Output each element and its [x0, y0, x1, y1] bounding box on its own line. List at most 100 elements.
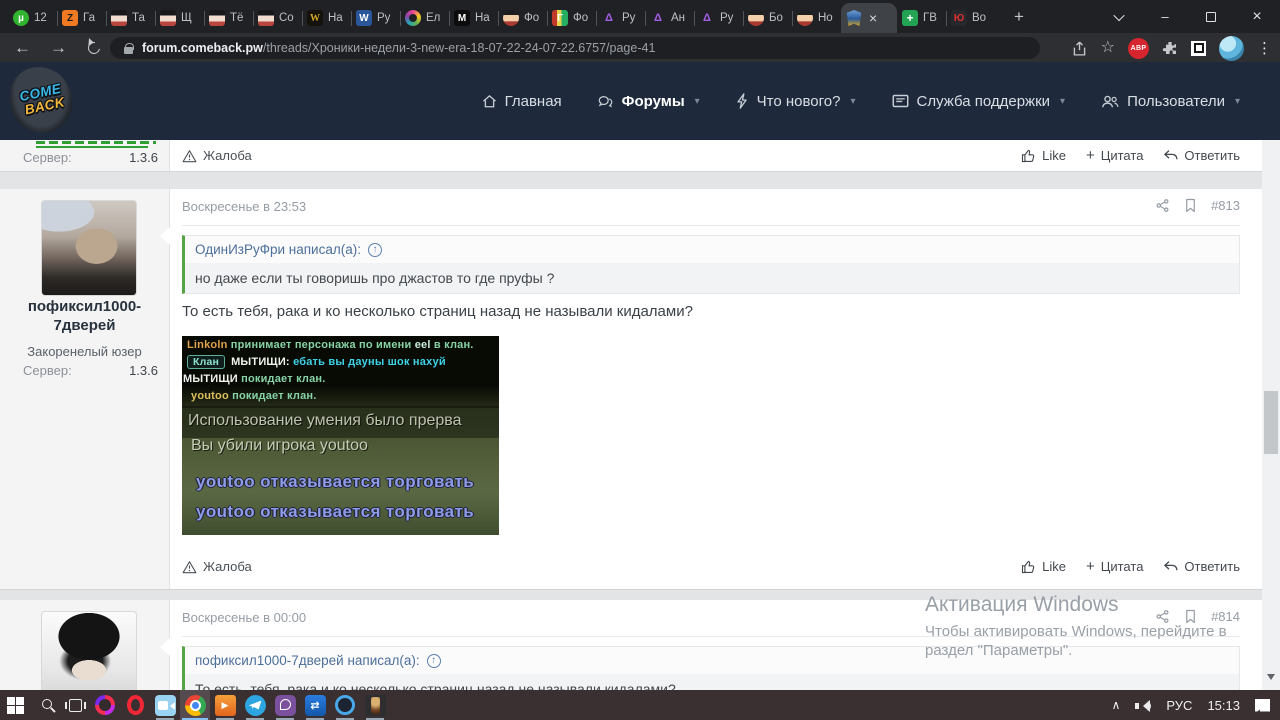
language-indicator[interactable]: РУС	[1166, 698, 1192, 713]
nav-item-whats-new[interactable]: Что нового? ▾	[736, 93, 856, 110]
reply-button[interactable]: Ответить	[1163, 148, 1240, 163]
browser-tab[interactable]: ZГа	[57, 3, 106, 33]
chevron-down-icon[interactable]: ▾	[850, 96, 855, 107]
post-number-link[interactable]: #813	[1211, 198, 1240, 213]
quote-attribution-link[interactable]: ОдинИзРуФри написал(а): ↑	[185, 236, 1239, 263]
clock[interactable]: 15:13	[1207, 698, 1240, 713]
reply-button[interactable]: Ответить	[1163, 559, 1240, 574]
post-date[interactable]: Воскресенье в 23:53	[182, 199, 306, 214]
report-link[interactable]: Жалоба	[182, 559, 252, 574]
taskbar-app-operagx[interactable]	[90, 690, 120, 720]
browser-tab[interactable]: ΔРу	[596, 3, 645, 33]
like-button[interactable]: Like	[1021, 148, 1066, 163]
jump-to-quote-icon[interactable]: ↑	[427, 654, 441, 668]
bookmark-star-icon[interactable]: ☆	[1101, 40, 1115, 56]
nav-item-support[interactable]: Служба поддержки ▾	[892, 93, 1066, 110]
hidden-icons-chevron[interactable]: ∧	[1112, 698, 1121, 712]
bookmark-icon[interactable]	[1184, 609, 1197, 624]
tab-search-chevron-icon[interactable]	[1096, 0, 1142, 33]
browser-tab[interactable]: Но	[792, 3, 841, 33]
taskbar-app-taskview[interactable]	[60, 690, 90, 720]
nav-item-forums[interactable]: Форумы ▾	[598, 93, 700, 110]
browser-tab[interactable]: Та	[106, 3, 155, 33]
browser-tab[interactable]: ΔАн	[645, 3, 694, 33]
browser-tab-active[interactable]: ×	[841, 3, 897, 33]
taskbar-app-game[interactable]	[360, 690, 390, 720]
quote-button[interactable]: + Цитата	[1086, 559, 1143, 574]
chevron-down-icon[interactable]: ▾	[1060, 96, 1065, 107]
tab-close-icon[interactable]: ×	[869, 11, 877, 25]
page-scrollbar[interactable]	[1262, 140, 1280, 690]
like-button[interactable]: Like	[1021, 559, 1066, 574]
taskbar-app-camera[interactable]	[150, 690, 180, 720]
cat-favicon-icon	[160, 10, 176, 26]
browser-tab[interactable]: Ел	[400, 3, 449, 33]
server-info: Сервер: 1.3.6	[23, 363, 158, 378]
taskbar-app-player[interactable]	[210, 690, 240, 720]
jump-to-quote-icon[interactable]: ↑	[368, 243, 382, 257]
tab-title: Ру	[720, 12, 738, 24]
browser-tab[interactable]: MНа	[449, 3, 498, 33]
post-number-link[interactable]: #814	[1211, 609, 1240, 624]
post-date[interactable]: Воскресенье в 00:00	[182, 610, 306, 625]
reload-button[interactable]	[86, 40, 103, 57]
taskbar-app-viber[interactable]	[270, 690, 300, 720]
taskbar-app-chrome[interactable]	[180, 690, 210, 720]
browser-tab[interactable]: +ГВ	[897, 3, 946, 33]
maximize-button[interactable]	[1188, 0, 1234, 33]
browser-tab[interactable]: µ12	[8, 3, 57, 33]
taskbar-app-telegram[interactable]	[240, 690, 270, 720]
chevron-down-icon[interactable]: ▾	[1235, 96, 1240, 107]
chevron-down-icon[interactable]: ▾	[695, 96, 700, 107]
user-avatar[interactable]	[41, 611, 137, 690]
share-icon[interactable]	[1071, 40, 1088, 57]
nav-item-users[interactable]: Пользователи ▾	[1101, 93, 1240, 110]
taskbar-app-search[interactable]	[30, 690, 60, 720]
browser-tab[interactable]: Щ	[155, 3, 204, 33]
browser-tab[interactable]: Со	[253, 3, 302, 33]
thumb-up-icon	[1021, 559, 1036, 574]
nav-item-home[interactable]: Главная	[482, 93, 562, 110]
forward-button[interactable]: →	[50, 38, 67, 58]
close-window-button[interactable]: ×	[1234, 0, 1280, 33]
new-tab-button[interactable]: +	[1008, 6, 1030, 28]
action-center-icon[interactable]	[1255, 699, 1270, 712]
taskbar-app-start[interactable]	[0, 690, 30, 720]
comeback-logo[interactable]: COME BACK	[7, 64, 75, 135]
taskbar-app-opera[interactable]	[120, 690, 150, 720]
lock-icon[interactable]	[124, 47, 133, 54]
browser-tab[interactable]: WРу	[351, 3, 400, 33]
quote-button[interactable]: + Цитата	[1086, 148, 1143, 163]
volume-icon[interactable]	[1135, 699, 1151, 712]
scrollbar-thumb[interactable]	[1264, 391, 1278, 454]
browser-tab[interactable]: Тё	[204, 3, 253, 33]
extension-square-icon[interactable]	[1191, 41, 1206, 56]
browser-menu-icon[interactable]: ⋮	[1257, 39, 1272, 57]
browser-tab[interactable]: WНа	[302, 3, 351, 33]
scroll-down-arrow-icon[interactable]	[1267, 674, 1275, 684]
browser-tab[interactable]: ГФо	[547, 3, 596, 33]
address-bar[interactable]: forum.comeback.pw/threads/Хроники-недели…	[110, 37, 1040, 59]
game-screenshot-image[interactable]: Linkoln принимает персонажа по имени eel…	[182, 336, 499, 535]
user-avatar[interactable]	[41, 200, 137, 296]
report-link[interactable]: Жалоба	[182, 148, 252, 163]
taskbar-app-disc[interactable]	[330, 690, 360, 720]
browser-tab[interactable]: Фо	[498, 3, 547, 33]
browser-tab[interactable]: Бо	[743, 3, 792, 33]
bookmark-icon[interactable]	[1184, 198, 1197, 213]
extensions-puzzle-icon[interactable]	[1162, 40, 1178, 56]
share-icon[interactable]	[1155, 609, 1170, 624]
page-url[interactable]: forum.comeback.pw/threads/Хроники-недели…	[142, 41, 655, 55]
username-link[interactable]: пофиксил1000-7дверей	[10, 297, 159, 335]
quote-attribution-link[interactable]: пофиксил1000-7дверей написал(а): ↑	[185, 647, 1239, 674]
browser-tab[interactable]: ΔРу	[694, 3, 743, 33]
taskbar-app-teamviewer[interactable]	[300, 690, 330, 720]
crest-favicon-icon	[846, 10, 862, 26]
back-button[interactable]: ←	[14, 38, 31, 58]
navbar-menu: Главная Форумы ▾ Что нового? ▾ Служба по…	[482, 62, 1240, 140]
minimize-button[interactable]: –	[1142, 0, 1188, 33]
browser-tab[interactable]: ЮВо	[946, 3, 995, 33]
adblock-extension-icon[interactable]: ABP	[1128, 38, 1149, 59]
share-icon[interactable]	[1155, 198, 1170, 213]
browser-profile-avatar[interactable]	[1219, 36, 1244, 61]
